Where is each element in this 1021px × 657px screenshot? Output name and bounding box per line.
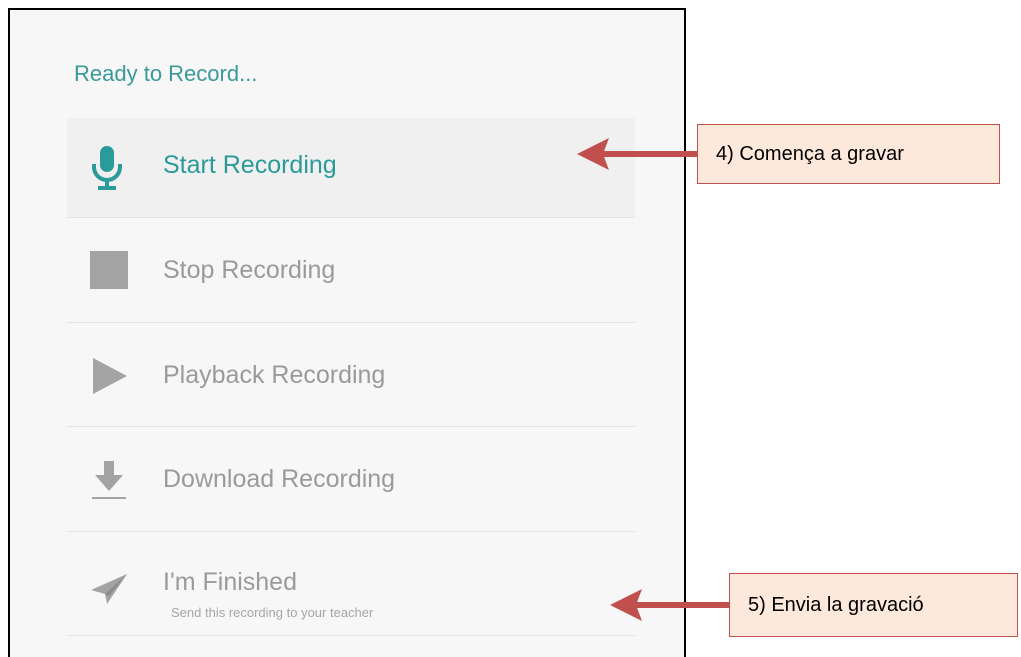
- recorder-panel: Ready to Record... Start Recording Stop …: [8, 8, 686, 657]
- stop-recording-button[interactable]: Stop Recording: [67, 218, 635, 323]
- start-recording-button[interactable]: Start Recording: [67, 118, 635, 218]
- start-recording-label: Start Recording: [163, 151, 337, 179]
- paper-plane-icon: [91, 574, 127, 604]
- arrow-to-start-recording: [577, 138, 701, 170]
- download-recording-button[interactable]: Download Recording: [67, 427, 635, 532]
- callout-start-text: 4) Comença a gravar: [716, 142, 904, 165]
- finished-label: I'm Finished: [163, 568, 297, 596]
- playback-recording-label: Playback Recording: [163, 361, 386, 389]
- playback-recording-button[interactable]: Playback Recording: [67, 323, 635, 427]
- microphone-icon: [92, 146, 122, 190]
- download-recording-label: Download Recording: [163, 465, 396, 493]
- recorder-status: Ready to Record...: [74, 61, 258, 86]
- finished-sublabel: Send this recording to your teacher: [171, 605, 374, 620]
- callout-finished: 5) Envia la gravació: [729, 573, 1018, 637]
- download-icon: [92, 461, 126, 499]
- stop-recording-label: Stop Recording: [163, 256, 336, 284]
- play-icon: [93, 358, 127, 394]
- finished-button[interactable]: I'm Finished Send this recording to your…: [67, 532, 635, 636]
- arrow-to-finished: [610, 589, 734, 621]
- stop-icon: [90, 251, 128, 289]
- callout-start-recording: 4) Comença a gravar: [697, 124, 1000, 184]
- callout-finished-text: 5) Envia la gravació: [748, 593, 924, 616]
